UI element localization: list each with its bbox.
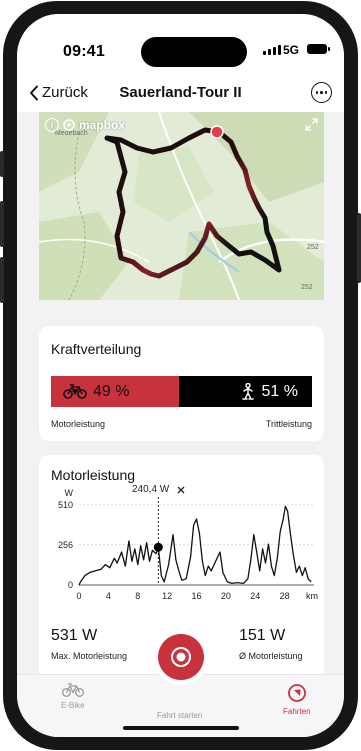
y-tick-label: 0 — [68, 580, 73, 590]
x-tick-label: 8 — [135, 591, 140, 601]
volume-down-button — [0, 257, 4, 303]
start-ride-button-wrap — [153, 629, 209, 685]
chevron-left-icon — [30, 85, 38, 100]
tab-start-ride[interactable]: Fahrt starten — [157, 711, 202, 720]
force-card-title: Kraftverteilung — [51, 341, 142, 357]
max-power-label: Max. Motorleistung — [51, 651, 128, 661]
motor-share-segment: 49 % — [51, 376, 179, 407]
more-dot-icon — [315, 91, 319, 94]
x-axis-unit: km — [306, 591, 318, 601]
status-bar: 09:41 5G — [17, 14, 344, 82]
pedal-percent: 51 % — [261, 382, 298, 400]
expand-icon[interactable] — [305, 118, 318, 131]
tab-start-ride-label: Fahrt starten — [157, 711, 203, 720]
ebike-icon — [63, 384, 87, 399]
tab-ebike-label: E-Bike — [61, 701, 85, 710]
home-indicator — [123, 726, 239, 730]
map-road-label: 252 — [301, 284, 313, 291]
cyclist-pedal-icon — [241, 382, 254, 400]
tab-ebike[interactable]: E-Bike — [61, 683, 85, 710]
tab-rides[interactable]: Fahrten — [283, 683, 311, 716]
chart-tooltip: 240,4 W — [128, 483, 190, 496]
bike-icon — [61, 683, 84, 697]
avg-power-label: Ø Motorleistung — [239, 651, 303, 661]
x-tick-label: 28 — [280, 591, 290, 601]
tooltip-value: 240,4 W — [132, 484, 170, 495]
x-tick-label: 16 — [191, 591, 201, 601]
force-distribution-bar: 49 % 51 % — [51, 376, 312, 407]
mapbox-attribution[interactable]: i mapbox — [45, 118, 125, 132]
close-icon[interactable] — [177, 486, 185, 494]
nav-bar: Sauerland-Tour II Zurück — [17, 82, 344, 112]
back-label: Zurück — [42, 84, 88, 101]
x-tick-label: 20 — [221, 591, 231, 601]
phone-frame: 09:41 5G Sauerland-Tour II Zurück Medeba… — [0, 1, 361, 750]
series-line — [78, 505, 312, 586]
record-icon — [171, 647, 191, 667]
more-dot-icon — [324, 91, 328, 94]
y-axis-unit: W — [65, 488, 74, 498]
x-tick-label: 4 — [106, 591, 111, 601]
status-time: 09:41 — [63, 43, 105, 60]
start-ride-button[interactable] — [158, 634, 204, 680]
more-dot-icon — [320, 91, 323, 94]
mute-switch — [0, 151, 4, 177]
signal-icon — [263, 45, 281, 55]
compass-icon — [287, 684, 306, 702]
power-button — [357, 213, 361, 283]
y-tick-label: 510 — [58, 500, 73, 510]
mapbox-wordmark: mapbox — [79, 118, 126, 132]
mapbox-logo-icon — [63, 119, 75, 131]
back-button[interactable]: Zurück — [29, 84, 88, 101]
x-tick-label: 24 — [250, 591, 260, 601]
marker-point — [153, 542, 163, 552]
volume-up-button — [0, 201, 4, 247]
dynamic-island — [141, 37, 247, 67]
more-options-button[interactable] — [311, 82, 332, 103]
route-map[interactable]: Medebach 252 252 i mapbox — [39, 112, 324, 300]
motor-power-chart[interactable]: 0 256 510 W 0 4 8 12 16 20 24 28 km — [39, 479, 324, 613]
force-distribution-card: Kraftverteilung 49 % 51 % Motorleistung … — [39, 326, 324, 441]
motor-share-label: Motorleistung — [51, 419, 106, 429]
info-icon[interactable]: i — [45, 118, 59, 132]
y-tick-label: 256 — [58, 540, 73, 550]
map-road-label: 252 — [307, 244, 319, 251]
app-screen: 09:41 5G Sauerland-Tour II Zurück Medeba… — [17, 14, 344, 737]
avg-power-value: 151 W — [239, 627, 286, 644]
motor-percent: 49 % — [93, 382, 130, 400]
x-tick-label: 12 — [162, 591, 172, 601]
max-power-value: 531 W — [51, 627, 98, 644]
pedal-share-segment: 51 % — [178, 376, 312, 407]
network-label: 5G — [283, 43, 300, 57]
pedal-share-label: Trittleistung — [265, 419, 312, 429]
tab-rides-label: Fahrten — [283, 707, 311, 716]
battery-icon — [307, 44, 330, 54]
map-canvas — [39, 112, 324, 300]
x-tick-label: 0 — [76, 591, 81, 601]
